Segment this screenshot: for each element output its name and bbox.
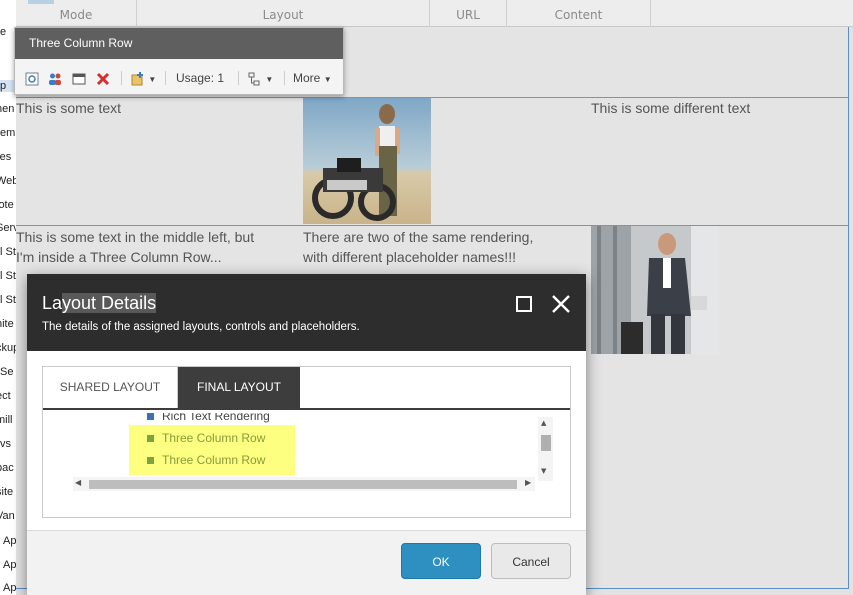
tab-underline bbox=[43, 408, 570, 410]
more-menu[interactable]: More ▼ bbox=[293, 69, 332, 87]
dialog-title: Layout Details bbox=[42, 293, 157, 314]
tree-fragment[interactable]: Serv bbox=[0, 222, 16, 234]
tree-fragment[interactable]: site bbox=[0, 486, 13, 498]
text-top-left[interactable]: This is some text bbox=[16, 98, 121, 118]
businessman-photo[interactable] bbox=[591, 226, 719, 354]
layout-tabs: SHARED LAYOUT FINAL LAYOUT Rich Text Ren… bbox=[42, 366, 571, 518]
vertical-scrollbar[interactable]: ▲ ▼ bbox=[538, 417, 553, 481]
tab-final-layout[interactable]: FINAL LAYOUT bbox=[178, 367, 300, 408]
tree-fragment[interactable]: Van bbox=[0, 510, 15, 522]
layout-tree: Rich Text Rendering Three Column Row Thr… bbox=[61, 413, 557, 505]
rendering-icon bbox=[147, 435, 154, 443]
tab-shared-layout[interactable]: SHARED LAYOUT bbox=[43, 367, 178, 408]
tree-item-three-column-row[interactable]: Three Column Row bbox=[147, 450, 265, 470]
close-icon[interactable] bbox=[549, 292, 573, 316]
dialog-header: Layout Details The details of the assign… bbox=[27, 274, 586, 351]
tree-fragment[interactable]: Ap bbox=[3, 559, 16, 571]
tree-fragment[interactable]: nite bbox=[0, 318, 14, 330]
dialog-subtitle: The details of the assigned layouts, con… bbox=[42, 321, 360, 333]
dialog-footer: OK Cancel bbox=[27, 530, 586, 595]
tree-fragment[interactable]: l St bbox=[0, 270, 16, 282]
tree-fragment[interactable]: Ap bbox=[3, 535, 16, 547]
tree-item-rich-text-rendering[interactable]: Rich Text Rendering bbox=[147, 413, 270, 426]
layout-details-dialog: Layout Details The details of the assign… bbox=[27, 274, 586, 595]
cancel-button[interactable]: Cancel bbox=[491, 543, 571, 579]
text-top-right[interactable]: This is some different text bbox=[591, 98, 750, 118]
insert-component-icon[interactable]: ▼ bbox=[131, 69, 156, 87]
ribbon-tab-layout[interactable]: Layout bbox=[137, 0, 430, 27]
tree-fragment[interactable]: Web bbox=[0, 175, 16, 187]
tree-fragment[interactable]: l St bbox=[0, 246, 16, 258]
tree-fragment[interactable]: vs bbox=[0, 438, 11, 450]
text-mid-center-line1[interactable]: There are two of the same rendering, bbox=[303, 227, 533, 247]
tree-fragment[interactable]: lote bbox=[0, 199, 14, 211]
tree-fragment[interactable]: ect bbox=[0, 390, 11, 402]
scroll-thumb[interactable] bbox=[541, 435, 551, 451]
rendering-icon bbox=[147, 413, 154, 421]
motorcycle-image bbox=[303, 98, 431, 224]
rendering-icon bbox=[147, 457, 154, 465]
tree-fragment[interactable]: mill bbox=[0, 414, 13, 426]
experience-editor: e p nen em res Web lote Serv l St l St l… bbox=[0, 0, 853, 595]
chrome-tools: ▼ Usage: 1 ▼ More ▼ bbox=[15, 59, 343, 95]
businessman-image bbox=[591, 226, 719, 354]
chevron-down-icon: ▼ bbox=[148, 75, 157, 84]
horizontal-scrollbar[interactable]: ◀ ▶ bbox=[73, 477, 535, 491]
tree-fragment[interactable]: pac bbox=[0, 462, 14, 474]
row-divider bbox=[16, 225, 849, 226]
rendering-chrome-toolbar: Three Column Row ▼ Usage: 1 ▼ More ▼ bbox=[14, 27, 344, 95]
text-mid-left-line2[interactable]: I'm inside a Three Column Row... bbox=[16, 247, 222, 267]
chrome-title: Three Column Row bbox=[15, 28, 343, 59]
toolbar-separator bbox=[165, 71, 166, 85]
toolbar-separator bbox=[238, 71, 239, 85]
delete-icon[interactable] bbox=[96, 69, 110, 87]
more-label: More bbox=[293, 71, 321, 85]
motorcycle-photo[interactable] bbox=[303, 98, 431, 224]
scroll-down-icon[interactable]: ▼ bbox=[541, 467, 546, 475]
tree-item-label: Three Column Row bbox=[162, 431, 266, 445]
tree-fragment[interactable]: em bbox=[0, 127, 15, 139]
text-mid-left-line1[interactable]: This is some text in the middle left, bu… bbox=[16, 227, 254, 247]
ribbon-bar: Mode Layout URL Content bbox=[16, 0, 853, 27]
toolbar-separator bbox=[284, 71, 285, 85]
dialog-title-text: Layout Details bbox=[42, 293, 157, 313]
tree-item-label: Three Column Row bbox=[162, 453, 266, 467]
tree-item-label: Rich Text Rendering bbox=[162, 413, 270, 423]
window-icon[interactable] bbox=[72, 69, 86, 87]
personalize-icon[interactable] bbox=[48, 69, 62, 87]
tree-fragment[interactable]: e bbox=[0, 26, 6, 38]
tree-fragment[interactable]: res bbox=[0, 151, 11, 163]
edit-related-item-icon[interactable] bbox=[25, 69, 39, 87]
text-mid-center-line2[interactable]: with different placeholder names!!! bbox=[303, 247, 516, 267]
ribbon-tab-mode[interactable]: Mode bbox=[16, 0, 137, 27]
tree-item-three-column-row[interactable]: Three Column Row bbox=[147, 428, 265, 448]
usage-label[interactable]: Usage: 1 bbox=[176, 69, 224, 87]
scroll-up-icon[interactable]: ▲ bbox=[541, 419, 546, 427]
maximize-icon[interactable] bbox=[516, 296, 532, 312]
ribbon-tab-content[interactable]: Content bbox=[507, 0, 651, 27]
chevron-down-icon: ▼ bbox=[323, 75, 332, 84]
tree-fragment[interactable]: Se bbox=[0, 366, 13, 378]
scroll-right-icon[interactable]: ▶ bbox=[525, 478, 531, 487]
tree-fragment[interactable]: ckup bbox=[0, 342, 16, 354]
tree-fragment[interactable]: nen bbox=[0, 103, 14, 115]
toolbar-separator bbox=[121, 71, 122, 85]
tree-fragment[interactable]: App_Start bbox=[3, 582, 16, 594]
ok-button[interactable]: OK bbox=[401, 543, 481, 579]
ribbon-tab-url[interactable]: URL bbox=[430, 0, 507, 27]
scroll-thumb[interactable] bbox=[89, 480, 517, 489]
tree-fragment[interactable]: l St bbox=[0, 294, 16, 306]
scroll-left-icon[interactable]: ◀ bbox=[75, 478, 81, 487]
tree-structure-icon[interactable]: ▼ bbox=[248, 69, 273, 87]
chevron-down-icon: ▼ bbox=[265, 75, 274, 84]
